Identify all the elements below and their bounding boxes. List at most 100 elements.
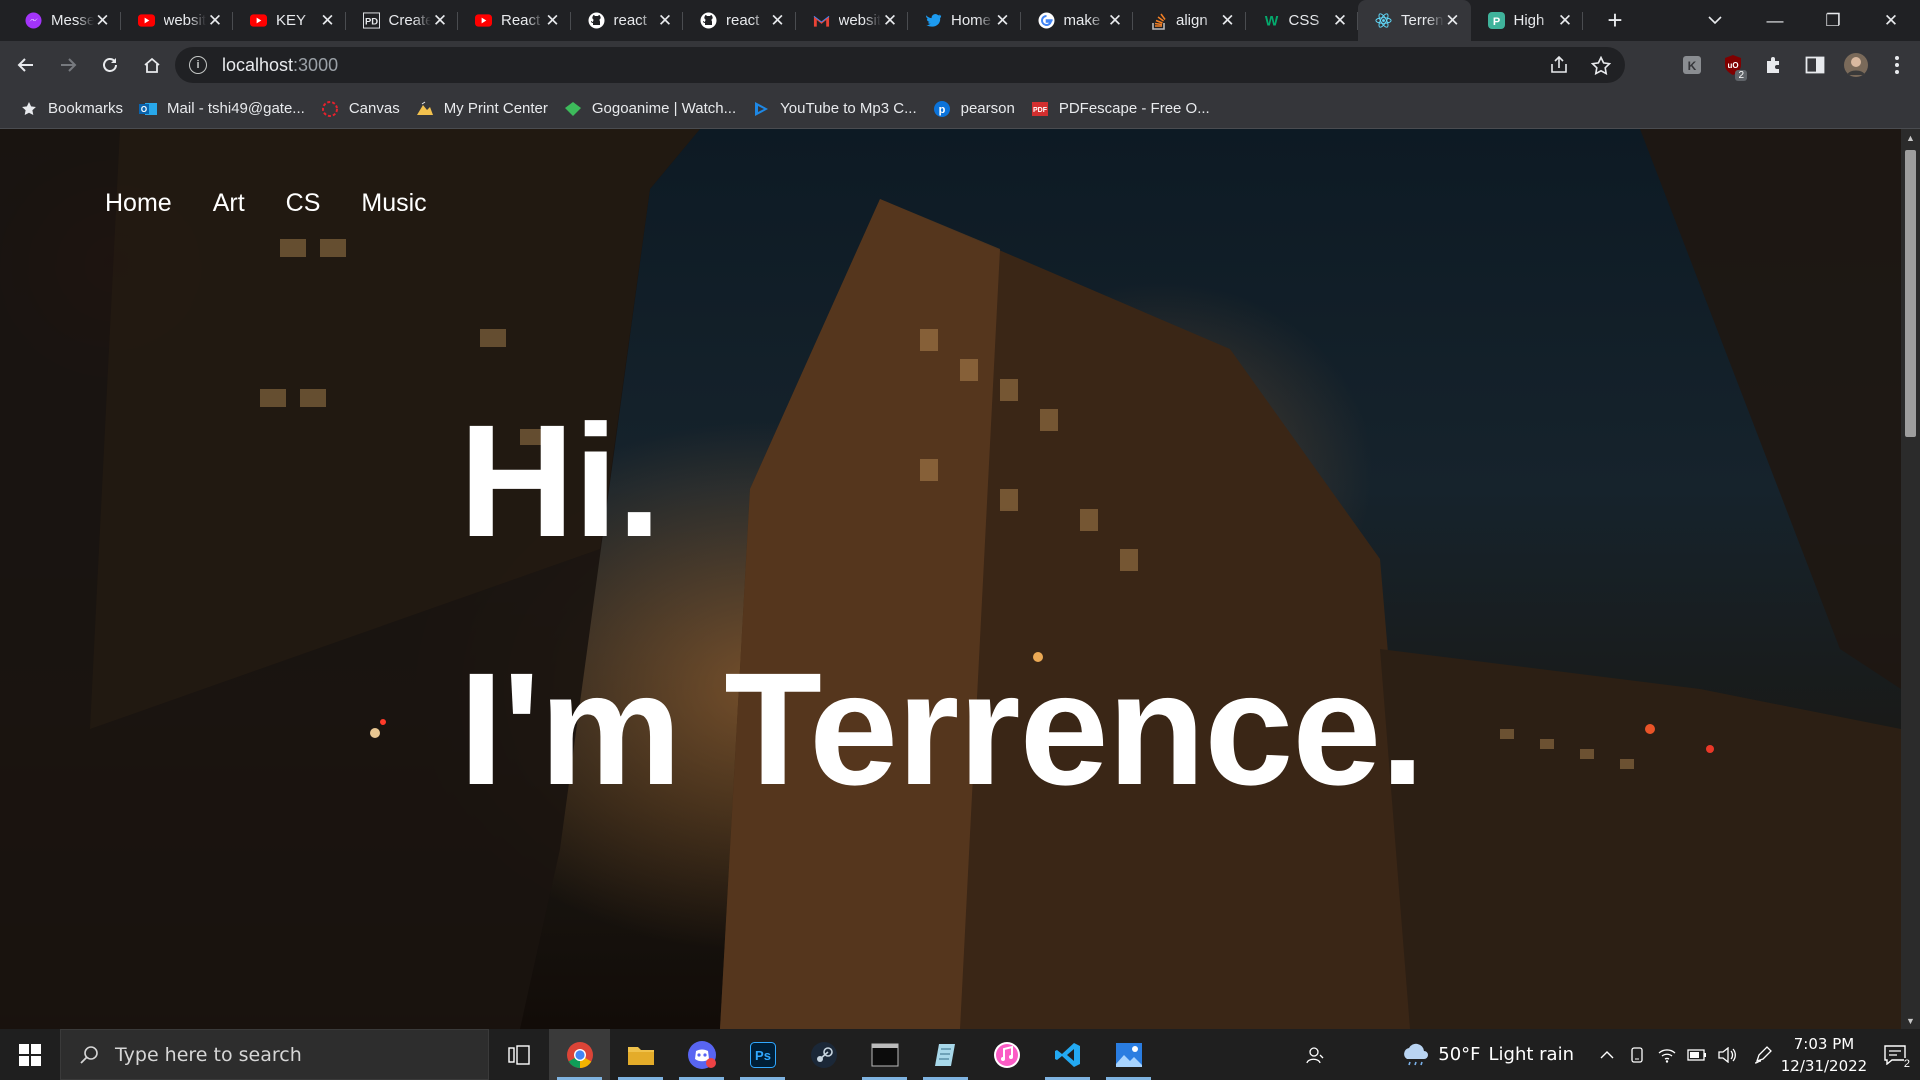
clock[interactable]: 7:03 PM 12/31/2022 [1778, 1033, 1870, 1077]
menu-kebab-icon[interactable] [1876, 45, 1917, 85]
close-tab-icon[interactable]: ✕ [94, 11, 112, 30]
back-button[interactable] [6, 45, 46, 85]
close-tab-icon[interactable]: ✕ [1331, 11, 1349, 30]
bookmark-label: Mail - tshi49@gate... [167, 100, 305, 117]
terminal-taskbar-button[interactable] [854, 1029, 915, 1080]
share-icon[interactable] [1549, 56, 1569, 74]
windows-logo-icon [19, 1043, 41, 1066]
close-tab-icon[interactable]: ✕ [1444, 11, 1462, 30]
close-tab-icon[interactable]: ✕ [1106, 11, 1124, 30]
close-tab-icon[interactable]: ✕ [881, 11, 899, 30]
nav-link-home[interactable]: Home [105, 189, 172, 218]
chrome-taskbar-button[interactable] [549, 1029, 610, 1080]
close-tab-icon[interactable]: ✕ [994, 11, 1012, 30]
p-icon: P [1487, 12, 1505, 29]
extensions-puzzle-icon[interactable] [1753, 45, 1794, 85]
restore-button[interactable]: ❐ [1804, 0, 1862, 41]
close-tab-icon[interactable]: ✕ [206, 11, 224, 30]
bookmark-item[interactable]: p pearson [927, 94, 1025, 124]
github-icon [588, 12, 605, 29]
ublock-icon[interactable]: uO 2 [1712, 45, 1753, 85]
bookmark-item[interactable]: O Mail - tshi49@gate... [133, 94, 315, 124]
scroll-up-arrow[interactable]: ▲ [1901, 129, 1920, 146]
browser-tab[interactable]: react ✕ [571, 0, 684, 41]
browser-tab[interactable]: KEY ✕ [233, 0, 346, 41]
tab-search-button[interactable] [1692, 0, 1738, 41]
browser-tab[interactable]: Messenger✕ [8, 0, 121, 41]
reload-button[interactable] [90, 45, 130, 85]
nav-link-art[interactable]: Art [213, 189, 245, 218]
notification-icon [1884, 1044, 1906, 1065]
photoshop-taskbar-button[interactable]: Ps [732, 1029, 793, 1080]
chevron-up-icon[interactable] [1592, 1029, 1622, 1080]
profile-avatar[interactable] [1835, 45, 1876, 85]
close-window-button[interactable]: ✕ [1862, 0, 1920, 41]
itunes-taskbar-button[interactable] [976, 1029, 1037, 1080]
tab-title: react [726, 12, 760, 29]
close-tab-icon[interactable]: ✕ [656, 11, 674, 30]
close-tab-icon[interactable]: ✕ [431, 11, 449, 30]
home-button[interactable] [132, 45, 172, 85]
bookmark-item[interactable]: PDF PDFescape - Free O... [1025, 94, 1220, 124]
address-bar[interactable]: i localhost:3000 [175, 47, 1625, 83]
browser-tab[interactable]: React ✕ [458, 0, 571, 41]
browser-tab[interactable]: Terrence✕ [1358, 0, 1471, 41]
notepad-icon [934, 1043, 955, 1066]
bookmark-item[interactable]: My Print Center [410, 94, 558, 124]
gogoanime-icon [564, 100, 582, 118]
browser-tab[interactable]: react ✕ [683, 0, 796, 41]
notepad-taskbar-button[interactable] [915, 1029, 976, 1080]
side-panel-icon[interactable] [1794, 45, 1835, 85]
wifi-icon[interactable] [1652, 1029, 1682, 1080]
close-tab-icon[interactable]: ✕ [1556, 11, 1574, 30]
scroll-thumb[interactable] [1905, 150, 1916, 437]
discord-taskbar-button[interactable] [671, 1029, 732, 1080]
bookmark-item[interactable]: Bookmarks [14, 94, 133, 124]
page-scrollbar[interactable]: ▲ ▼ [1901, 129, 1920, 1029]
nav-link-music[interactable]: Music [361, 189, 426, 218]
svg-text:PDF: PDF [1033, 107, 1048, 114]
people-icon[interactable] [1300, 1029, 1330, 1080]
windows-taskbar: Type here to search Ps 50°F Light rain 7… [0, 1029, 1920, 1080]
bookmark-label: My Print Center [443, 100, 548, 117]
forward-button[interactable] [48, 45, 88, 85]
browser-tab[interactable]: website✕ [121, 0, 234, 41]
url-text[interactable]: localhost:3000 [222, 55, 338, 76]
bookmark-item[interactable]: YouTube to Mp3 C... [746, 94, 926, 124]
browser-tab[interactable]: PD Create ✕ [346, 0, 459, 41]
minimize-button[interactable]: — [1746, 0, 1804, 41]
new-tab-button[interactable]: + [1595, 0, 1635, 41]
taskbar-search[interactable]: Type here to search [60, 1029, 489, 1080]
steam-taskbar-button[interactable] [793, 1029, 854, 1080]
scroll-down-arrow[interactable]: ▼ [1901, 1012, 1920, 1029]
start-button[interactable] [0, 1029, 60, 1080]
browser-tab[interactable]: P High ✕ [1471, 0, 1584, 41]
close-tab-icon[interactable]: ✕ [1219, 11, 1237, 30]
vscode-taskbar-button[interactable] [1037, 1029, 1098, 1080]
bookmark-star-icon[interactable] [1591, 55, 1611, 75]
pen-icon[interactable] [1748, 1029, 1778, 1080]
bookmark-item[interactable]: Canvas [315, 94, 410, 124]
battery-icon[interactable] [1682, 1029, 1712, 1080]
arrow-right-icon [61, 58, 77, 72]
close-tab-icon[interactable]: ✕ [544, 11, 562, 30]
nav-link-cs[interactable]: CS [286, 189, 321, 218]
volume-icon[interactable] [1712, 1029, 1742, 1080]
file-explorer-taskbar-button[interactable] [610, 1029, 671, 1080]
device-icon[interactable] [1622, 1029, 1652, 1080]
browser-tab[interactable]: W CSS ✕ [1246, 0, 1359, 41]
extension-k-icon[interactable]: K [1671, 45, 1712, 85]
browser-tab[interactable]: website✕ [796, 0, 909, 41]
close-tab-icon[interactable]: ✕ [769, 11, 787, 30]
site-info-icon[interactable]: i [189, 56, 207, 74]
bookmark-item[interactable]: Gogoanime | Watch... [558, 94, 746, 124]
pearson-icon: p [933, 100, 951, 118]
task-view-button[interactable] [489, 1029, 549, 1080]
photos-taskbar-button[interactable] [1098, 1029, 1159, 1080]
weather-widget[interactable]: 50°F Light rain [1400, 1043, 1574, 1067]
browser-tab[interactable]: make ✕ [1021, 0, 1134, 41]
notification-center-button[interactable]: 2 [1870, 1029, 1920, 1080]
close-tab-icon[interactable]: ✕ [319, 11, 337, 30]
browser-tab[interactable]: align ✕ [1133, 0, 1246, 41]
browser-tab[interactable]: Home ✕ [908, 0, 1021, 41]
